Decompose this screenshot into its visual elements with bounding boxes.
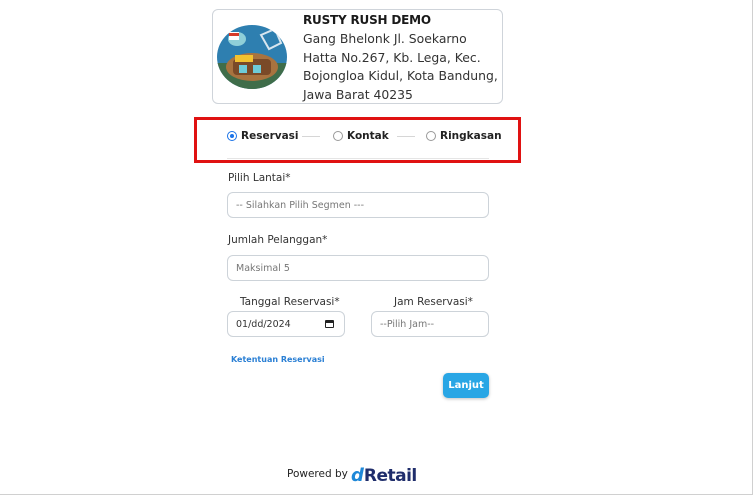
date-input[interactable]: 01/dd/2024 <box>227 311 345 337</box>
step-kontak[interactable]: Kontak <box>333 130 389 142</box>
step-label: Kontak <box>347 130 389 142</box>
store-card: RUSTY RUSH DEMO Gang Bhelonk Jl. Soekarn… <box>212 9 503 104</box>
store-logo <box>217 25 287 89</box>
next-button[interactable]: Lanjut <box>443 373 489 398</box>
dretail-logo: d Retail <box>351 465 417 486</box>
brand-d: d <box>351 465 364 486</box>
floor-select[interactable]: -- Silahkan Pilih Segmen --- <box>227 192 489 218</box>
store-name: RUSTY RUSH DEMO <box>303 13 431 27</box>
calendar-icon[interactable] <box>325 320 334 328</box>
brand-rest: Retail <box>363 466 417 486</box>
step-ringkasan[interactable]: Ringkasan <box>426 130 502 142</box>
floor-label: Pilih Lantai* <box>228 172 291 184</box>
date-value: 01/dd/2024 <box>236 318 291 330</box>
terms-link[interactable]: Ketentuan Reservasi <box>231 355 325 364</box>
radio-icon <box>426 131 436 141</box>
powered-by-text: Powered by <box>287 468 348 480</box>
stepper-divider <box>227 158 489 159</box>
radio-icon <box>333 131 343 141</box>
step-reservasi[interactable]: Reservasi <box>227 130 299 142</box>
guests-input[interactable]: Maksimal 5 <box>227 255 489 281</box>
store-address: Gang Bhelonk Jl. Soekarno Hatta No.267, … <box>303 31 498 102</box>
step-label: Reservasi <box>241 130 299 142</box>
time-placeholder: --Pilih Jam-- <box>380 318 435 330</box>
guests-placeholder: Maksimal 5 <box>236 262 290 274</box>
time-select[interactable]: --Pilih Jam-- <box>371 311 489 337</box>
step-connector <box>397 136 415 137</box>
step-connector <box>302 136 320 137</box>
radio-icon <box>227 131 237 141</box>
guests-label: Jumlah Pelanggan* <box>228 234 328 246</box>
floor-placeholder: -- Silahkan Pilih Segmen --- <box>236 199 365 211</box>
time-label: Jam Reservasi* <box>394 296 473 308</box>
step-label: Ringkasan <box>440 130 502 142</box>
date-label: Tanggal Reservasi* <box>240 296 340 308</box>
